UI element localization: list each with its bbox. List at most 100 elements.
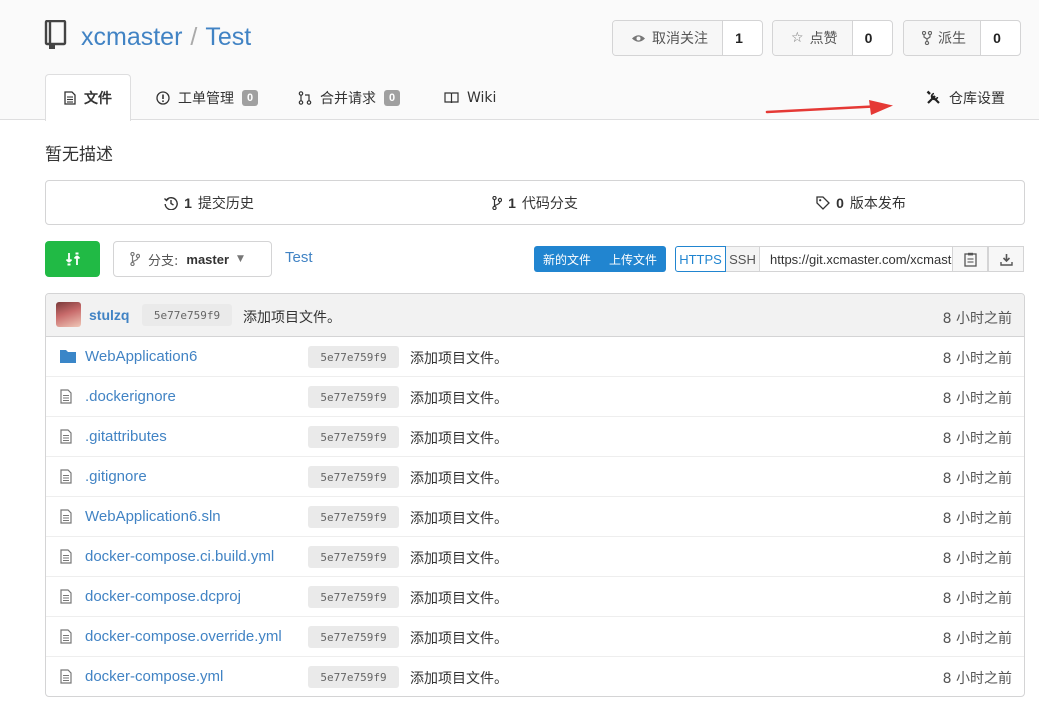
commits-label: 提交历史: [197, 195, 254, 212]
file-commit-time: 8 小时之前: [942, 351, 1012, 367]
file-commit-time: 8 小时之前: [942, 431, 1012, 447]
file-icon: [60, 509, 72, 528]
branch-name: master: [186, 251, 230, 267]
repo-stats-bar: 1 提交历史 1 代码分支 0 版本发布: [45, 180, 1025, 225]
file-commit-sha-link[interactable]: 5e77e759f9: [308, 466, 399, 488]
file-name-link[interactable]: docker-compose.override.yml: [85, 628, 285, 645]
file-row: .dockerignore 5e77e759f9 添加项目文件。 8 小时之前: [46, 377, 1024, 417]
issues-count-badge: 0: [242, 89, 259, 106]
file-row: docker-compose.override.yml 5e77e759f9 添加项…: [46, 617, 1024, 657]
watch-count[interactable]: 1: [723, 21, 755, 55]
star-icon: ☆: [791, 30, 804, 46]
tab-pull-requests-label: 合并请求: [320, 90, 376, 107]
file-row: WebApplication6.sln 5e77e759f9 添加项目文件。 8 小时…: [46, 497, 1024, 537]
file-commit-sha-link[interactable]: 5e77e759f9: [308, 666, 399, 688]
file-icon: [60, 429, 72, 448]
file-name-link[interactable]: docker-compose.yml: [85, 668, 285, 685]
compare-icon: [65, 252, 80, 266]
compare-button[interactable]: [45, 241, 100, 277]
upload-file-button[interactable]: 上传文件: [600, 246, 666, 272]
repo-name-link[interactable]: Test: [205, 23, 251, 51]
file-commit-sha-link[interactable]: 5e77e759f9: [308, 546, 399, 568]
repo-owner-link[interactable]: xcmaster: [81, 23, 182, 51]
clone-url-input[interactable]: https://git.xcmaster.com/xcmaster/Test.g…: [760, 246, 953, 272]
branch-dropdown[interactable]: 分支: master ▼: [113, 241, 272, 277]
fork-button[interactable]: 派生: [904, 21, 981, 55]
file-commit-sha-link[interactable]: 5e77e759f9: [308, 386, 399, 408]
ssh-toggle[interactable]: SSH: [726, 246, 760, 272]
file-commit-sha-link[interactable]: 5e77e759f9: [308, 426, 399, 448]
watch-button[interactable]: 取消关注: [613, 21, 723, 55]
file-row: docker-compose.dcproj 5e77e759f9 添加项目文件。 8 …: [46, 577, 1024, 617]
file-commit-message: 添加项目文件。: [410, 631, 508, 647]
file-commit-sha-link[interactable]: 5e77e759f9: [308, 586, 399, 608]
star-button[interactable]: ☆ 点赞: [773, 21, 853, 55]
file-commit-message: 添加项目文件。: [410, 391, 508, 407]
avatar[interactable]: [56, 302, 81, 327]
file-icon: [60, 469, 72, 488]
file-commit-message: 添加项目文件。: [410, 471, 508, 487]
releases-label: 版本发布: [849, 195, 906, 212]
file-icon: [60, 389, 72, 408]
file-name-link[interactable]: docker-compose.ci.build.yml: [85, 548, 285, 565]
file-commit-message: 添加项目文件。: [410, 551, 508, 567]
commits-stat[interactable]: 1 提交历史: [46, 181, 372, 224]
branches-stat[interactable]: 1 代码分支: [372, 181, 698, 224]
fork-count[interactable]: 0: [981, 21, 1013, 55]
new-file-button[interactable]: 新的文件: [534, 246, 600, 272]
pull-request-icon: [298, 90, 312, 105]
repo-icon: [44, 20, 67, 49]
file-commit-sha-link[interactable]: 5e77e759f9: [308, 626, 399, 648]
history-icon: [164, 196, 178, 210]
file-commit-message: 添加项目文件。: [410, 511, 508, 527]
file-commit-time: 8 小时之前: [942, 511, 1012, 527]
repo-description: 暂无描述: [45, 145, 113, 165]
tab-files[interactable]: 文件: [45, 74, 131, 121]
tab-issues-label: 工单管理: [178, 90, 234, 107]
branch-icon: [492, 195, 503, 210]
commit-sha-link[interactable]: 5e77e759f9: [142, 304, 232, 326]
file-name-link[interactable]: docker-compose.dcproj: [85, 588, 285, 605]
file-row: .gitignore 5e77e759f9 添加项目文件。 8 小时之前: [46, 457, 1024, 497]
commit-message: 添加项目文件。: [243, 310, 341, 326]
breadcrumb-repo-link[interactable]: Test: [285, 249, 313, 266]
branches-count: 1: [508, 194, 516, 211]
https-toggle[interactable]: HTTPS: [675, 246, 726, 272]
download-button[interactable]: [988, 246, 1024, 272]
tab-files-label: 文件: [84, 91, 112, 107]
file-commit-sha-link[interactable]: 5e77e759f9: [308, 506, 399, 528]
file-name-link[interactable]: WebApplication6: [85, 348, 285, 365]
folder-icon: [60, 349, 76, 367]
repo-title: xcmaster / Test: [81, 20, 251, 54]
file-commit-time: 8 小时之前: [942, 471, 1012, 487]
file-commit-time: 8 小时之前: [942, 391, 1012, 407]
star-count[interactable]: 0: [853, 21, 885, 55]
clipboard-icon: [963, 252, 977, 267]
branch-prefix: 分支:: [148, 253, 179, 269]
copy-url-button[interactable]: [952, 246, 988, 272]
tab-pull-requests[interactable]: 合并请求 0: [298, 74, 401, 121]
eye-icon: [632, 34, 645, 42]
commit-author-link[interactable]: stulzq: [89, 307, 129, 323]
file-row: .gitattributes 5e77e759f9 添加项目文件。 8 小时之前: [46, 417, 1024, 457]
settings-link[interactable]: 仓库设置: [926, 74, 1005, 121]
file-name-link[interactable]: WebApplication6.sln: [85, 508, 285, 525]
file-name-link[interactable]: .dockerignore: [85, 388, 285, 405]
file-action-buttons: 新的文件 上传文件: [534, 246, 667, 272]
file-commit-message: 添加项目文件。: [410, 671, 508, 687]
file-name-link[interactable]: .gitattributes: [85, 428, 285, 445]
file-commit-sha-link[interactable]: 5e77e759f9: [308, 346, 399, 368]
file-commit-message: 添加项目文件。: [410, 431, 508, 447]
watch-label: 取消关注: [652, 31, 708, 47]
releases-stat[interactable]: 0 版本发布: [698, 181, 1024, 224]
commits-count: 1: [184, 194, 192, 211]
file-commit-time: 8 小时之前: [942, 671, 1012, 687]
star-button-group: ☆ 点赞 0: [772, 20, 893, 56]
file-commit-time: 8 小时之前: [942, 631, 1012, 647]
tab-wiki-label: Wiki: [467, 89, 497, 106]
issue-icon: [156, 90, 170, 105]
file-name-link[interactable]: .gitignore: [85, 468, 285, 485]
tab-issues[interactable]: 工单管理 0: [156, 74, 259, 121]
download-icon: [999, 253, 1013, 266]
tab-wiki[interactable]: Wiki: [444, 74, 496, 121]
